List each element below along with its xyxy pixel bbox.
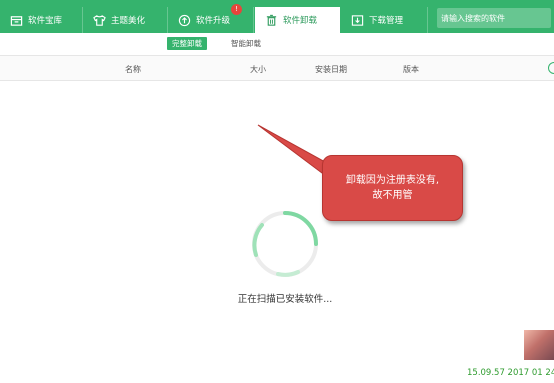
timestamp: 15.09.57 2017 01 24 xyxy=(467,368,554,378)
scanning-status: 正在扫描已安装软件... xyxy=(237,294,333,305)
annotation-line-1: 卸载因为注册表没有, xyxy=(345,175,440,186)
annotation-line-2: 故不用管 xyxy=(372,190,413,201)
avatar[interactable] xyxy=(524,330,554,360)
annotation-pointer xyxy=(257,124,337,177)
loading-spinner-icon xyxy=(252,211,318,277)
annotation-callout: 卸载因为注册表没有, 故不用管 xyxy=(322,155,463,221)
